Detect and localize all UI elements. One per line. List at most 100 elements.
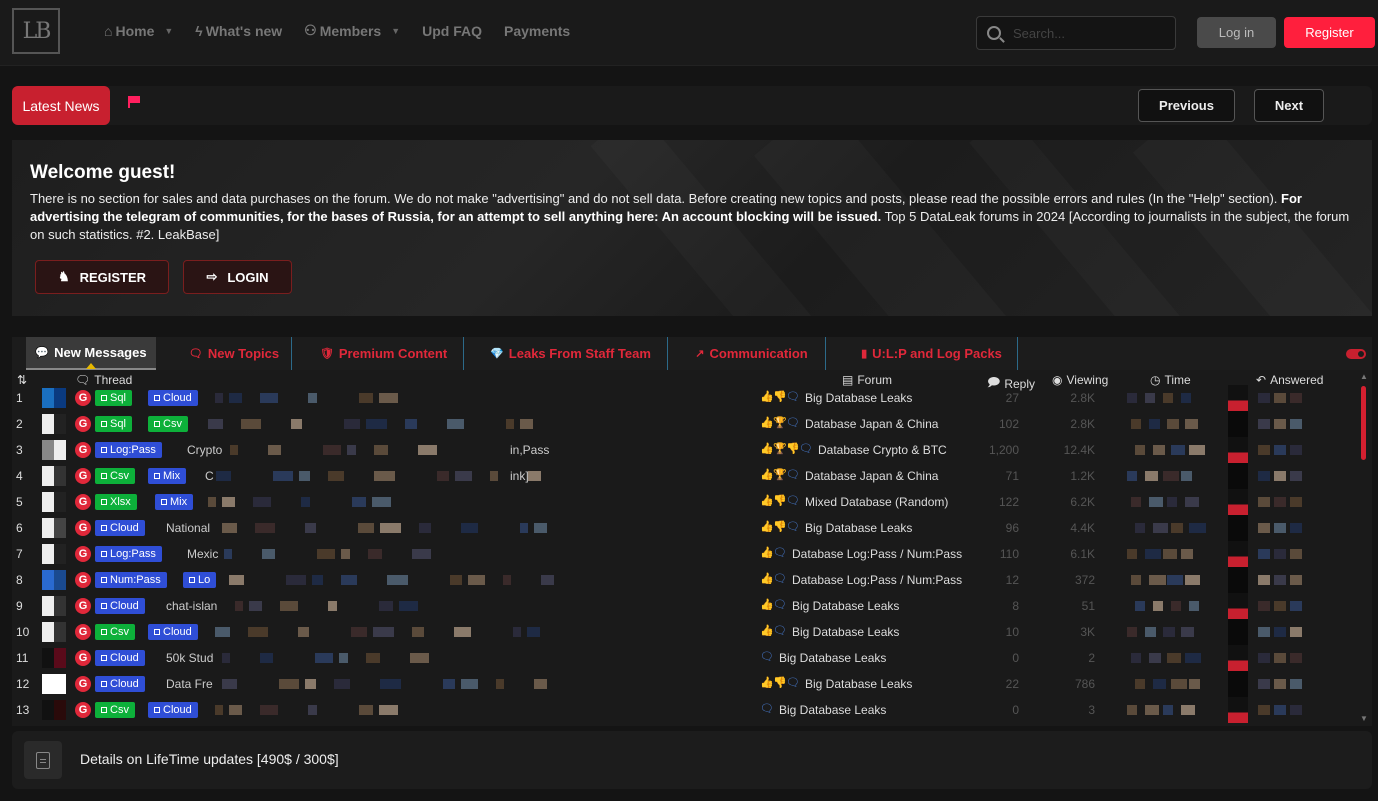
thread-title[interactable]: Crypto <box>187 443 222 457</box>
tag-chip[interactable]: Xlsx <box>95 494 137 510</box>
tag-chip[interactable]: Cloud <box>95 598 145 614</box>
table-row[interactable]: 2 G Sql Csv 👍 🏆 🗨 Database Japan & China 102 2.8K <box>12 411 1362 437</box>
tab-communication[interactable]: ↗ Communication <box>678 337 826 370</box>
avatar[interactable] <box>42 518 66 538</box>
table-row[interactable]: 11 G Cloud 50k Stud 🗨 Big Database Leaks 0 2 <box>12 645 1362 671</box>
table-row[interactable]: 4 G Csv Mix Cink] 👍 🏆 🗨 Database Japan & China 71… <box>12 463 1362 489</box>
answered-avatar[interactable] <box>1228 411 1248 437</box>
avatar[interactable] <box>42 414 66 434</box>
search-box[interactable] <box>976 16 1176 50</box>
avatar[interactable] <box>42 674 66 694</box>
avatar[interactable] <box>42 570 66 590</box>
table-row[interactable]: 8 G Num:Pass Lo 👍 🗨 Database Log:Pass / Num:Pa… <box>12 567 1362 593</box>
nav-item-home[interactable]: ⌂ Home ▼ <box>104 22 173 39</box>
tag-chip[interactable]: Sql <box>95 390 132 406</box>
table-row[interactable]: 6 G Cloud National 👍 👎 🗨 Big Database Leaks 96 4.… <box>12 515 1362 541</box>
answered-avatar[interactable] <box>1228 437 1248 463</box>
tag-chip[interactable]: Lo <box>183 572 217 588</box>
table-row[interactable]: 13 G Csv Cloud 🗨 Big Database Leaks 0 3 <box>12 697 1362 723</box>
scroll-down-icon[interactable]: ▼ <box>1360 714 1368 723</box>
avatar[interactable] <box>42 466 66 486</box>
forum-link[interactable]: Mixed Database (Random) <box>805 495 948 509</box>
tag-chip[interactable]: Csv <box>95 702 135 718</box>
thread-title[interactable]: 50k Stud <box>166 651 213 665</box>
answered-avatar[interactable] <box>1228 619 1248 645</box>
answered-avatar[interactable] <box>1228 645 1248 671</box>
thread-title-end[interactable]: in,Pass <box>510 443 549 457</box>
answered-avatar[interactable] <box>1228 385 1248 411</box>
tag-chip[interactable]: Cloud <box>148 702 198 718</box>
table-scrollbar[interactable]: ▲ ▼ <box>1360 372 1368 723</box>
forum-link[interactable]: Database Crypto & BTC <box>818 443 947 457</box>
nav-item-payments[interactable]: Payments <box>504 22 570 39</box>
forum-link[interactable]: Big Database Leaks <box>792 599 899 613</box>
tag-chip[interactable]: Cloud <box>95 676 145 692</box>
table-row[interactable]: 5 G Xlsx Mix 👍 👎 🗨 Mixed Database (Random) 122 6.… <box>12 489 1362 515</box>
thread-title[interactable]: National <box>166 521 210 535</box>
lifetime-updates-bar[interactable]: Details on LifeTime updates [490$ / 300$… <box>12 731 1372 789</box>
avatar[interactable] <box>42 648 66 668</box>
tab-new-topics[interactable]: 🗨 New Topics <box>177 337 292 370</box>
tag-chip[interactable]: Cloud <box>95 520 145 536</box>
tag-chip[interactable]: Cloud <box>95 650 145 666</box>
tag-chip[interactable]: Cloud <box>148 390 198 406</box>
tag-chip[interactable]: Csv <box>148 416 188 432</box>
welcome-register-button[interactable]: ♞ REGISTER <box>35 260 169 294</box>
table-row[interactable]: 7 G Log:Pass Mexic 👍 🗨 Database Log:Pass / Num… <box>12 541 1362 567</box>
scroll-thumb[interactable] <box>1361 386 1366 460</box>
toggle-switch[interactable] <box>1346 349 1366 359</box>
thread-title[interactable]: Mexic <box>187 547 218 561</box>
avatar[interactable] <box>42 622 66 642</box>
avatar[interactable] <box>42 700 66 720</box>
thread-title[interactable]: chat-islan <box>166 599 217 613</box>
forum-link[interactable]: Big Database Leaks <box>805 521 912 535</box>
answered-avatar[interactable] <box>1228 463 1248 489</box>
search-input[interactable] <box>1013 25 1163 41</box>
tag-chip[interactable]: Log:Pass <box>95 546 162 562</box>
table-row[interactable]: 1 G Sql Cloud 👍 👎 🗨 Big Database Leaks 27 2.8K <box>12 385 1362 411</box>
forum-link[interactable]: Database Japan & China <box>805 469 938 483</box>
answered-avatar[interactable] <box>1228 489 1248 515</box>
welcome-login-button[interactable]: ⇨ LOGIN <box>183 260 292 294</box>
thread-title-end[interactable]: ink] <box>510 469 529 483</box>
forum-link[interactable]: Big Database Leaks <box>779 651 886 665</box>
thread-title[interactable]: Data Fre <box>166 677 213 691</box>
answered-avatar[interactable] <box>1228 567 1248 593</box>
tag-chip[interactable]: Log:Pass <box>95 442 162 458</box>
avatar[interactable] <box>42 596 66 616</box>
forum-link[interactable]: Database Log:Pass / Num:Pass <box>792 547 962 561</box>
tag-chip[interactable]: Csv <box>95 624 135 640</box>
forum-link[interactable]: Database Japan & China <box>805 417 938 431</box>
tag-chip[interactable]: Num:Pass <box>95 572 167 588</box>
table-row[interactable]: 3 G Log:Pass Crypto in,Pass 👍 🏆 👎 🗨 Database Cryp… <box>12 437 1362 463</box>
table-row[interactable]: 10 G Csv Cloud 👍 🗨 Big Database Leaks 10 3K <box>12 619 1362 645</box>
tab-leaks-from-staff-team[interactable]: 💎 Leaks From Staff Team <box>474 337 668 370</box>
tag-chip[interactable]: Mix <box>148 468 187 484</box>
answered-avatar[interactable] <box>1228 541 1248 567</box>
answered-avatar[interactable] <box>1228 671 1248 697</box>
nav-item-what-s-new[interactable]: ϟ What's new <box>195 22 282 39</box>
tab-premium-content[interactable]: 🛡 Premium Content <box>304 337 464 370</box>
lifetime-updates-text[interactable]: Details on LifeTime updates [490$ / 300$… <box>80 751 339 767</box>
forum-link[interactable]: Big Database Leaks <box>779 703 886 717</box>
tab-u-l-p-and-log-packs[interactable]: ▮ U:L:P and Log Packs <box>846 337 1018 370</box>
forum-link[interactable]: Big Database Leaks <box>792 625 899 639</box>
answered-avatar[interactable] <box>1228 697 1248 723</box>
nav-item-upd-faq[interactable]: Upd FAQ <box>422 22 482 39</box>
table-row[interactable]: 12 G Cloud Data Fre 👍 👎 🗨 Big Database Leaks 22 7… <box>12 671 1362 697</box>
tag-chip[interactable]: Csv <box>95 468 135 484</box>
forum-link[interactable]: Big Database Leaks <box>805 677 912 691</box>
nav-item-members[interactable]: ⚇ Members ▼ <box>304 22 400 39</box>
answered-avatar[interactable] <box>1228 593 1248 619</box>
scroll-up-icon[interactable]: ▲ <box>1360 372 1368 381</box>
avatar[interactable] <box>42 388 66 408</box>
avatar[interactable] <box>42 544 66 564</box>
next-button[interactable]: Next <box>1254 89 1324 122</box>
tag-chip[interactable]: Cloud <box>148 624 198 640</box>
avatar[interactable] <box>42 440 66 460</box>
forum-link[interactable]: Database Log:Pass / Num:Pass <box>792 573 962 587</box>
tag-chip[interactable]: Sql <box>95 416 132 432</box>
tab-new-messages[interactable]: 💬 New Messages <box>26 337 156 370</box>
login-button[interactable]: Log in <box>1197 17 1276 48</box>
previous-button[interactable]: Previous <box>1138 89 1235 122</box>
